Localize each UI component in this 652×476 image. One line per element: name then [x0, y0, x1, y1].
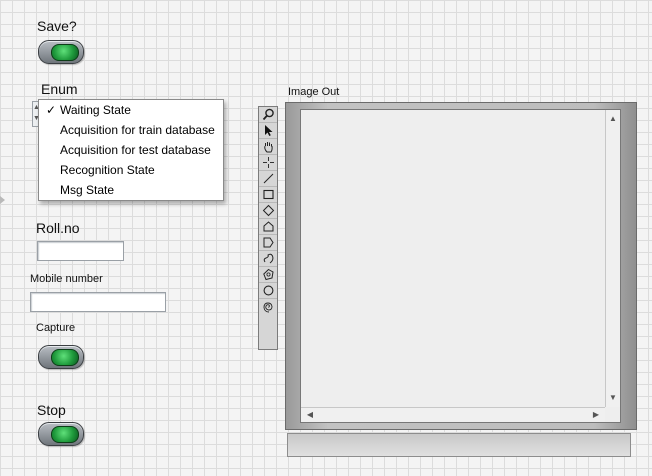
checkmark-icon: ✓ — [46, 103, 57, 117]
capture-button[interactable] — [38, 345, 84, 369]
menu-item-msg-state[interactable]: Msg State — [39, 180, 223, 200]
horizontal-scrollbar[interactable]: ◀ ▶ — [301, 407, 605, 422]
stop-button[interactable] — [38, 422, 84, 446]
annulus-tool-icon[interactable] — [259, 267, 277, 283]
vertical-scrollbar[interactable]: ▲ ▼ — [605, 110, 620, 407]
zoom-icon[interactable] — [259, 107, 277, 123]
polygon-tool-icon[interactable] — [259, 219, 277, 235]
scroll-right-icon[interactable]: ▶ — [589, 408, 603, 422]
wire-marker — [0, 196, 5, 204]
mobile-label: Mobile number — [30, 273, 103, 285]
oval-tool-icon[interactable] — [259, 283, 277, 299]
diamond-tool-icon[interactable] — [259, 203, 277, 219]
rectangle-tool-icon[interactable] — [259, 187, 277, 203]
crosshair-icon[interactable] — [259, 155, 277, 171]
freehand-polygon-icon[interactable] — [259, 235, 277, 251]
freehand-line-icon[interactable] — [259, 251, 277, 267]
scroll-up-icon[interactable]: ▲ — [606, 112, 620, 126]
image-status-bar — [287, 433, 631, 457]
menu-item-acquisition-test[interactable]: Acquisition for test database — [39, 140, 223, 160]
capture-label: Capture — [36, 322, 76, 334]
image-tool-palette — [258, 106, 278, 350]
enum-dropdown-menu: ✓ Waiting State Acquisition for train da… — [38, 99, 224, 201]
scroll-left-icon[interactable]: ◀ — [303, 408, 317, 422]
image-canvas[interactable]: ▲ ▼ ◀ ▶ — [300, 109, 621, 423]
pointer-icon[interactable] — [259, 123, 277, 139]
save-button[interactable] — [38, 40, 84, 64]
spiral-tool-icon[interactable] — [259, 299, 277, 315]
save-label: Save? — [37, 18, 77, 34]
stop-label: Stop — [37, 402, 66, 418]
pan-hand-icon[interactable] — [259, 139, 277, 155]
menu-item-acquisition-train[interactable]: Acquisition for train database — [39, 120, 223, 140]
image-out-display: ▲ ▼ ◀ ▶ — [285, 102, 637, 430]
line-tool-icon[interactable] — [259, 171, 277, 187]
rollno-input[interactable] — [37, 241, 124, 261]
menu-item-recognition-state[interactable]: Recognition State — [39, 160, 223, 180]
scroll-down-icon[interactable]: ▼ — [606, 391, 620, 405]
enum-label: Enum — [41, 81, 78, 97]
menu-item-waiting-state[interactable]: ✓ Waiting State — [39, 100, 223, 120]
rollno-label: Roll.no — [36, 220, 80, 236]
image-out-label: Image Out — [288, 86, 340, 98]
mobile-number-input[interactable] — [30, 292, 166, 312]
